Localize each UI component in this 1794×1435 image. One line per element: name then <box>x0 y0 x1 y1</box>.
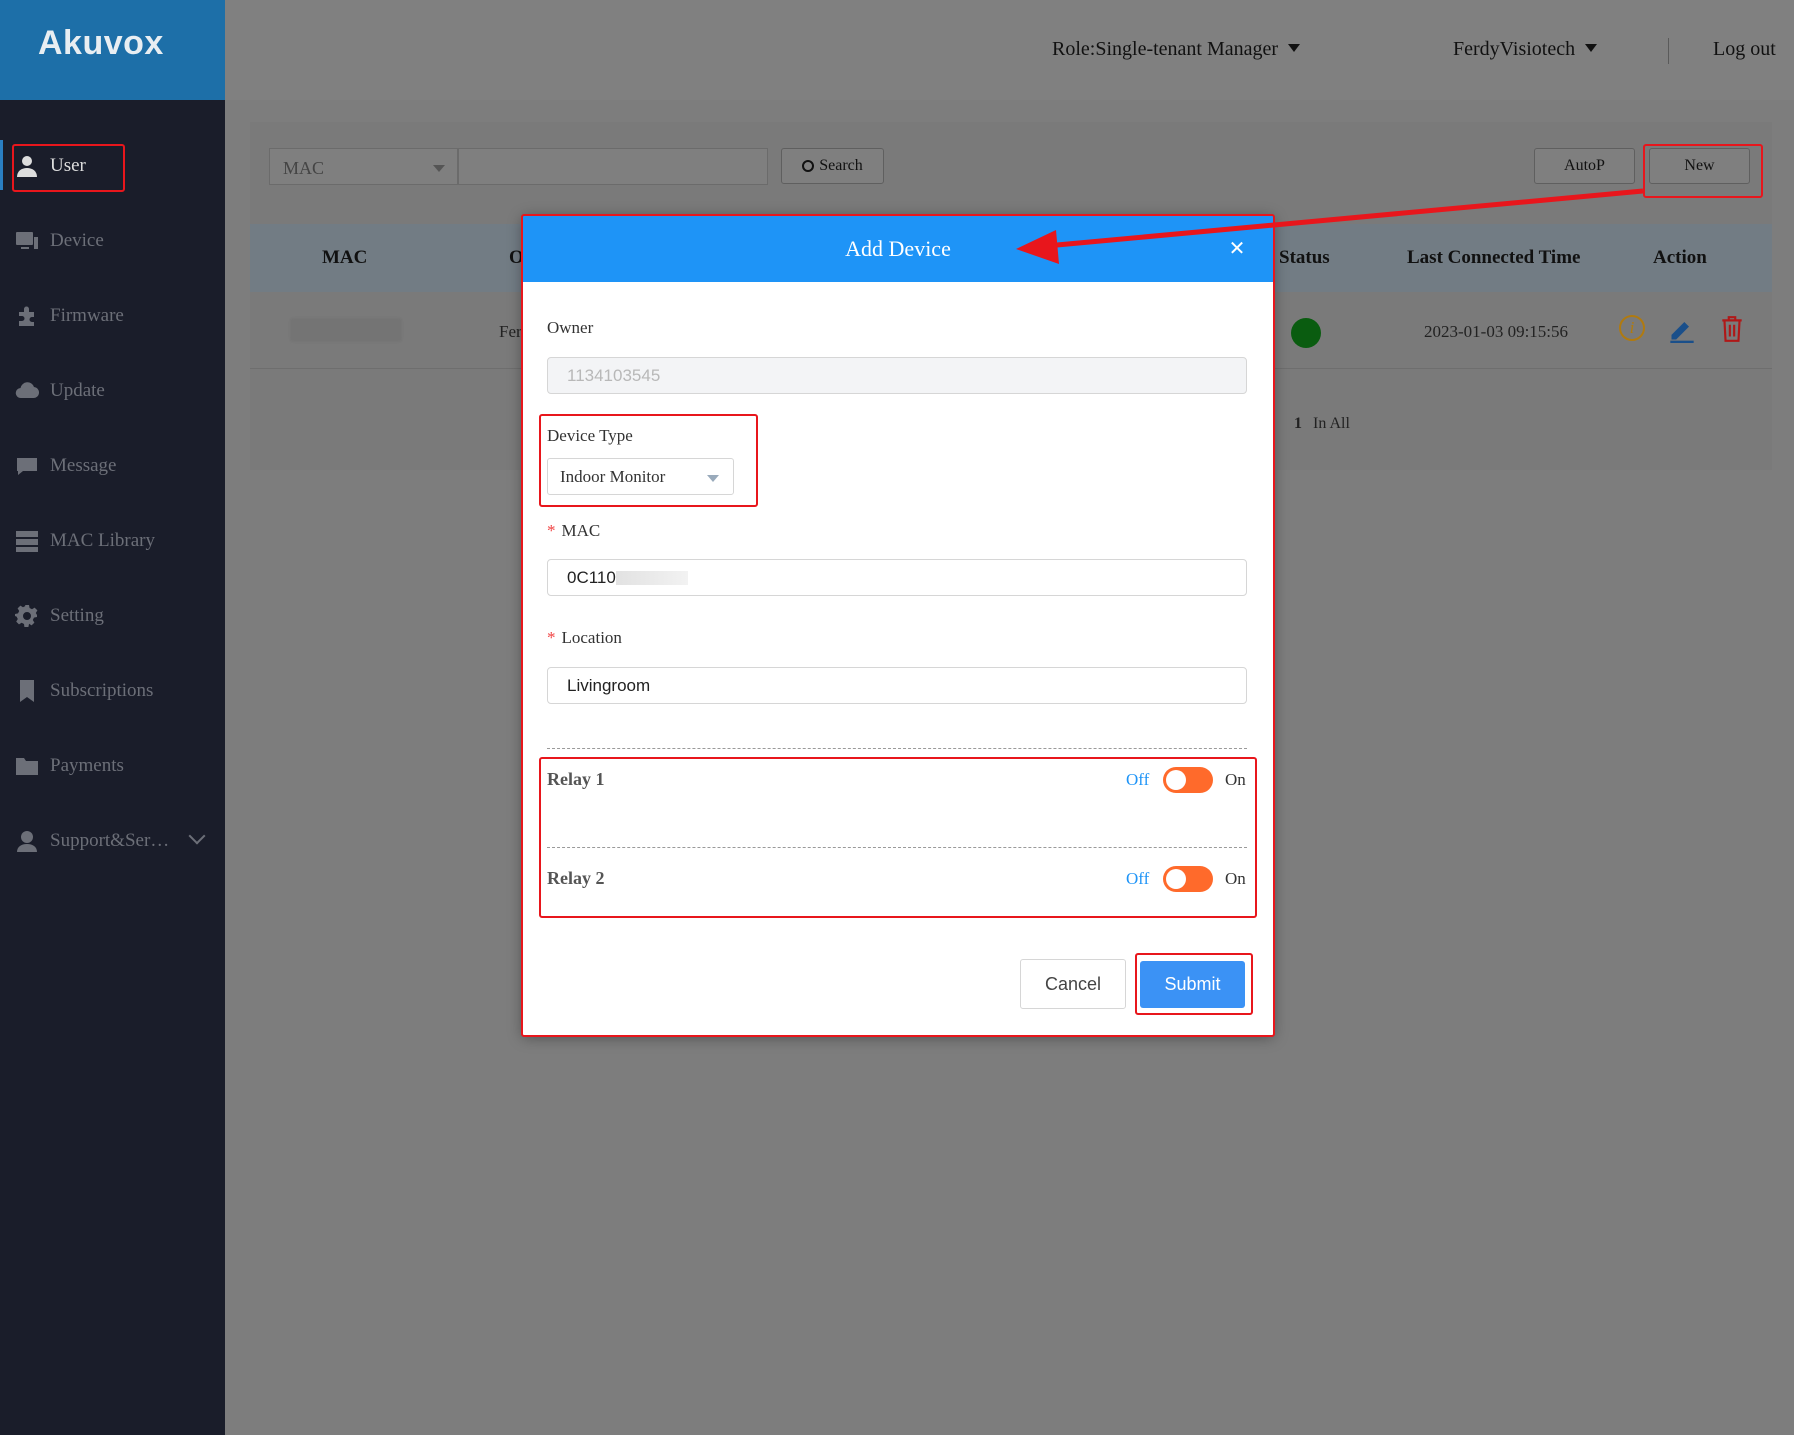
annotation-device-type <box>539 414 758 507</box>
owner-cell: Fer <box>499 322 522 341</box>
server-icon <box>14 528 40 554</box>
sidebar-item-setting[interactable]: Setting <box>0 591 225 641</box>
search-button-label: Search <box>819 157 863 174</box>
sidebar-item-label: Message <box>50 455 117 476</box>
sidebar-item-device[interactable]: Device <box>0 216 225 266</box>
gear-icon <box>14 603 40 629</box>
folder-icon <box>14 753 40 779</box>
column-header-action: Action <box>1653 247 1707 268</box>
sidebar-item-label: Setting <box>50 605 104 626</box>
annotation-submit <box>1135 953 1253 1015</box>
role-dropdown[interactable]: Role:Single-tenant Manager <box>1052 38 1301 61</box>
delete-icon[interactable] <box>1719 315 1745 343</box>
autop-button[interactable]: AutoP <box>1534 148 1635 184</box>
sidebar-item-label: MAC Library <box>50 530 156 551</box>
sidebar-item-mac-library[interactable]: MAC Library <box>0 516 225 566</box>
blurred-mac <box>290 318 402 342</box>
role-label: Role:Single-tenant Manager <box>1052 38 1279 60</box>
info-icon[interactable]: i <box>1619 315 1645 341</box>
column-header-status: Status <box>1279 247 1330 268</box>
column-header-mac: MAC <box>322 247 368 268</box>
logo-area: Akuvox <box>0 0 225 100</box>
sidebar-item-label: Payments <box>50 755 124 776</box>
sidebar-item-label: Support&Ser… <box>50 830 170 851</box>
sidebar-item-firmware[interactable]: Firmware <box>0 291 225 341</box>
last-connected-cell: 2023-01-03 09:15:56 <box>1424 322 1569 341</box>
sidebar-item-payments[interactable]: Payments <box>0 741 225 791</box>
user-dropdown[interactable]: FerdyVisiotech <box>1453 38 1598 61</box>
logout-link[interactable]: Log out <box>1713 38 1776 61</box>
edit-icon[interactable] <box>1668 315 1696 343</box>
search-icon <box>802 160 815 172</box>
sidebar-item-message[interactable]: Message <box>0 441 225 491</box>
device-icon <box>14 228 40 254</box>
sidebar-item-label: Update <box>50 380 105 401</box>
support-icon <box>14 828 40 854</box>
search-filter-value: MAC <box>283 158 325 178</box>
cloud-upload-icon <box>14 378 40 404</box>
sidebar-item-update[interactable]: Update <box>0 366 225 416</box>
message-icon <box>14 453 40 479</box>
sidebar-item-label: Subscriptions <box>50 680 154 701</box>
search-filter-select[interactable]: MAC <box>269 148 458 185</box>
search-input[interactable] <box>458 148 768 185</box>
sidebar-item-subscriptions[interactable]: Subscriptions <box>0 666 225 716</box>
search-button[interactable]: Search <box>781 148 884 184</box>
annotation-user <box>12 144 125 192</box>
column-header-last-connected: Last Connected Time <box>1407 247 1581 268</box>
caret-down-icon <box>1288 44 1301 52</box>
annotation-new <box>1643 144 1763 198</box>
sidebar-item-label: Device <box>50 230 104 251</box>
caret-down-icon <box>433 165 445 172</box>
pagination-label: In All <box>1313 415 1350 432</box>
user-name: FerdyVisiotech <box>1453 38 1576 60</box>
status-online-dot <box>1291 318 1321 348</box>
sidebar-item-support[interactable]: Support&Ser… <box>0 816 225 866</box>
bookmark-icon <box>14 678 40 704</box>
sidebar-item-label: Firmware <box>50 305 124 326</box>
puzzle-icon <box>14 303 40 329</box>
akuvox-logo: Akuvox <box>38 24 164 62</box>
annotation-relays <box>539 757 1257 918</box>
caret-down-icon <box>1585 44 1598 52</box>
chevron-down-icon <box>188 827 206 845</box>
header-divider <box>1668 38 1669 64</box>
pagination-count: 1 <box>1294 415 1302 432</box>
